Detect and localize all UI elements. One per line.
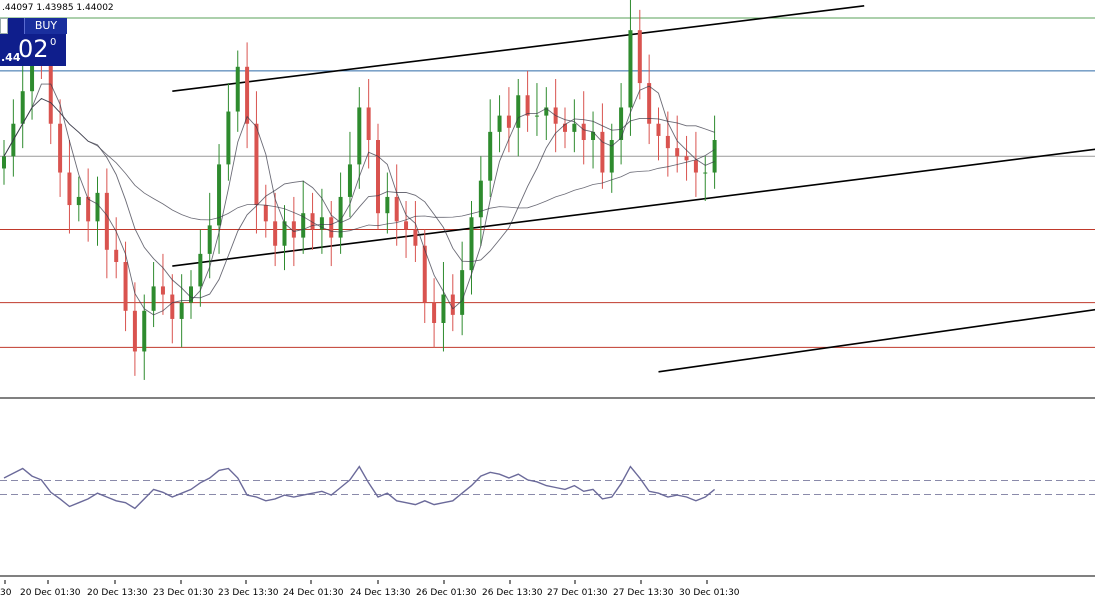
candle-body [207, 225, 212, 254]
time-tick-label: 20 Dec 13:30 [87, 588, 148, 598]
candle-body [67, 172, 72, 206]
candle-body [684, 156, 689, 161]
candle-body [366, 107, 371, 140]
candle-body [123, 262, 128, 311]
time-tick-label: 27 Dec 01:30 [547, 588, 608, 598]
time-tick-label: 24 Dec 13:30 [350, 588, 411, 598]
trend-line-1 [172, 5, 865, 92]
candle-body [76, 196, 81, 206]
candle-body [273, 221, 278, 246]
time-tick-label: 27 Dec 13:30 [613, 588, 674, 598]
candle-body [291, 221, 296, 238]
candle-body [497, 115, 502, 132]
candle-body [581, 123, 586, 140]
candle-body [235, 66, 240, 112]
candle-body [245, 66, 250, 124]
candle-body [179, 302, 184, 319]
candle-body [2, 156, 6, 169]
candle-body [506, 115, 511, 128]
candle-body [376, 140, 380, 214]
candle-body [142, 310, 147, 352]
candle-body [114, 249, 119, 262]
candle-body [217, 164, 222, 226]
price-panel [0, 0, 1095, 577]
candle-body [600, 131, 605, 173]
time-tick-label: 24 Dec 01:30 [283, 588, 344, 598]
candle-body [628, 30, 633, 108]
chart-canvas[interactable]: 30 20 Dec 01:30 20 Dec 13:30 23 Dec 01:30 23… [0, 0, 1095, 600]
candle-body [198, 253, 203, 287]
one-click-trading-panel: BUY .44 02 0 [0, 18, 67, 66]
volume-field[interactable] [0, 18, 8, 34]
candle-body [656, 123, 661, 136]
buy-button[interactable]: BUY [24, 18, 67, 34]
time-tick-label: 23 Dec 01:30 [153, 588, 214, 598]
price-main: 02 [18, 35, 49, 63]
oscillator-panel [0, 465, 1095, 510]
time-tick-label: 30 Dec 01:30 [679, 588, 740, 598]
quote-line: .44097 1.43985 1.44002 [2, 3, 114, 13]
candle-body [637, 30, 642, 84]
candle-body [160, 286, 165, 295]
candle-body [450, 294, 455, 315]
candle-body [151, 286, 156, 311]
candle-body [712, 140, 717, 173]
time-tick-label: 30 [0, 588, 12, 598]
time-axis: 30 20 Dec 01:30 20 Dec 13:30 23 Dec 01:30 23… [0, 580, 740, 598]
candle-body [516, 95, 521, 128]
candle-body [132, 310, 137, 352]
time-tick-label: 23 Dec 13:30 [218, 588, 279, 598]
candle-body [347, 164, 352, 197]
candle-body [385, 196, 390, 214]
candle-body [226, 111, 231, 165]
candle-body [665, 135, 670, 149]
trend-line-3 [658, 308, 1095, 373]
candle-body [20, 91, 25, 124]
price-pip: 0 [50, 37, 57, 48]
candle-body [693, 160, 698, 173]
candle-body [534, 115, 539, 117]
candle-body [460, 270, 465, 315]
candle-body [413, 229, 418, 246]
candle-body [703, 172, 708, 174]
candle-body [675, 148, 680, 157]
candle-body [58, 123, 63, 173]
candle-body [86, 196, 91, 222]
candle-body [441, 294, 446, 323]
candle-body [525, 95, 530, 116]
candle-body [104, 192, 109, 250]
candle-body [329, 217, 334, 238]
oscillator-line [3, 465, 716, 510]
candle-body [48, 62, 53, 124]
candle-body [469, 217, 474, 271]
candle-body [357, 107, 362, 165]
candle-body [254, 123, 259, 206]
candle-body [647, 83, 652, 124]
trend-line-2 [172, 148, 1095, 267]
time-tick-label: 26 Dec 13:30 [482, 588, 543, 598]
candle-body [572, 123, 577, 132]
candle-body [404, 221, 409, 230]
candle-body [432, 302, 437, 323]
candle-body [263, 205, 268, 222]
candle-body [170, 294, 175, 319]
candle-body [488, 131, 493, 181]
candle-body [394, 196, 399, 222]
time-tick-label: 20 Dec 01:30 [20, 588, 81, 598]
time-tick-label: 26 Dec 01:30 [416, 588, 477, 598]
candle-body [95, 192, 100, 222]
